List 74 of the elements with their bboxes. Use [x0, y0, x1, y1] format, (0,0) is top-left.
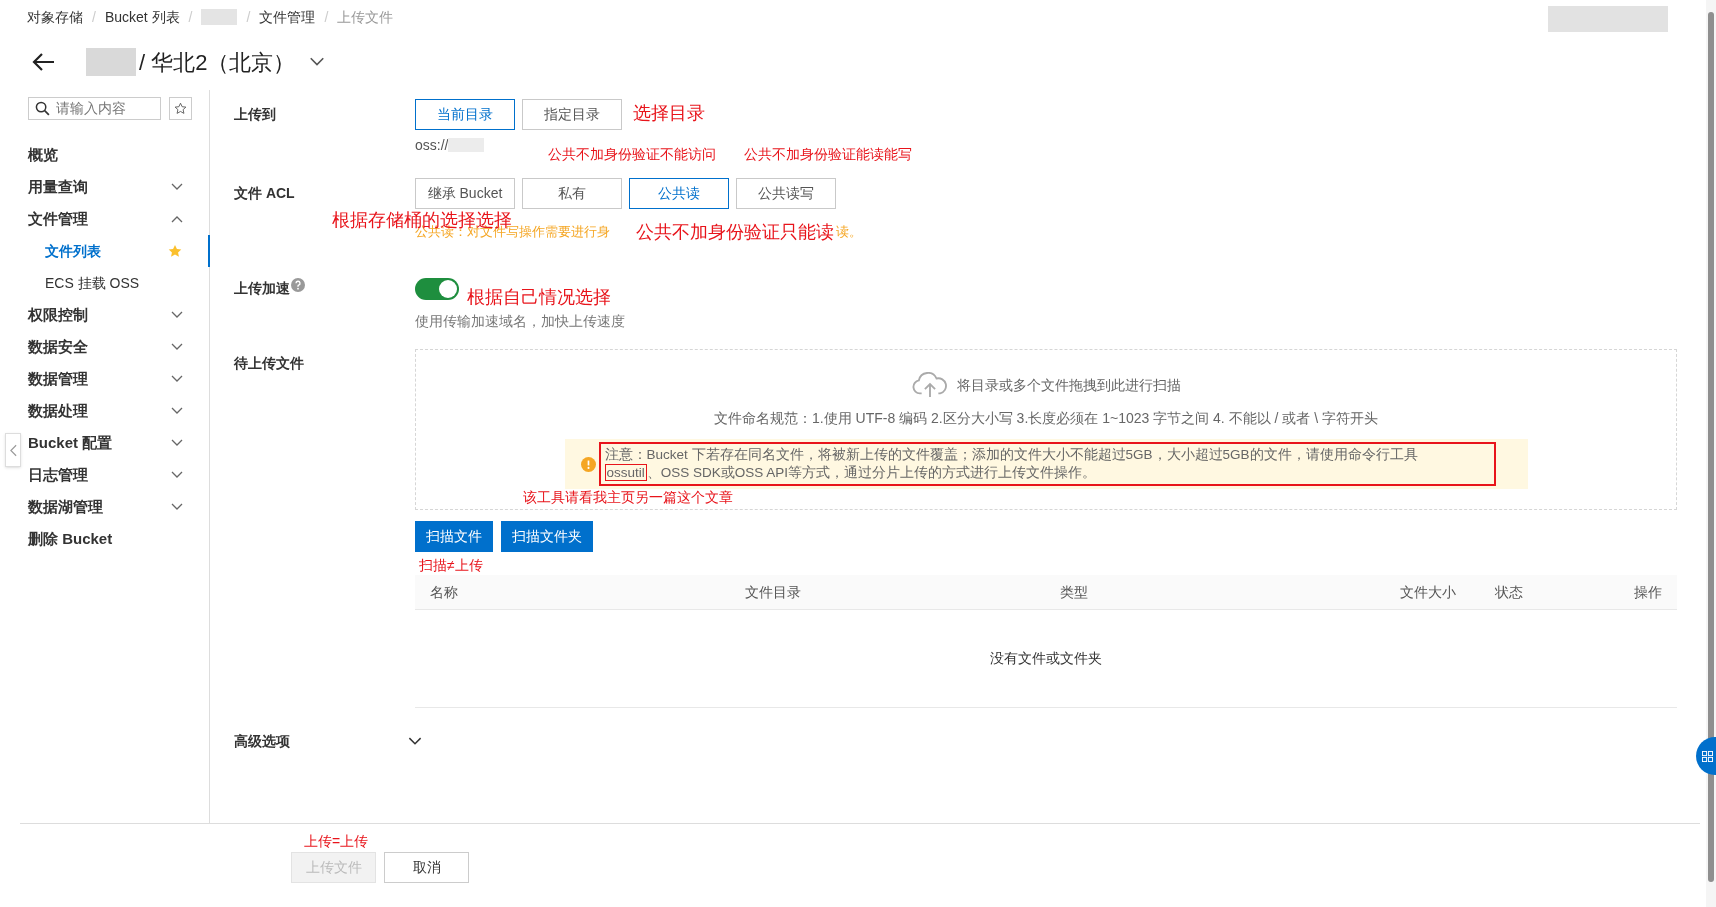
hint-text: 读。 [836, 223, 862, 242]
option-button[interactable]: 私有 [522, 178, 622, 209]
chevron-down-icon[interactable] [309, 57, 326, 67]
annotation-text: 公共不加身份验证能读能写 [744, 146, 912, 163]
sidebar-item[interactable]: 数据处理 [0, 395, 209, 427]
region-title: / 华北2（北京） [139, 48, 296, 77]
scrollbar[interactable] [1706, 0, 1716, 907]
grid-icon [1702, 750, 1713, 762]
footer-button[interactable]: 取消 [384, 852, 469, 883]
help-icon[interactable] [291, 278, 305, 292]
back-arrow-icon[interactable] [32, 52, 56, 72]
breadcrumb-separator: / [92, 7, 96, 27]
sidebar-item[interactable]: Bucket 配置 [0, 427, 209, 459]
sidebar-subitem[interactable]: 文件列表 [0, 235, 210, 267]
drop-text: 将目录或多个文件拖拽到此进行扫描 [957, 375, 1181, 395]
naming-rule-text: 文件命名规范：1.使用 UTF-8 编码 2.区分大小写 3.长度必须在 1~1023 字节之间 4. 不能以 / 或者 \ 字符开头 [714, 410, 1378, 426]
toggle-switch[interactable] [415, 278, 459, 300]
breadcrumb-separator: / [324, 7, 329, 27]
column-header: 状态 [1494, 582, 1524, 602]
breadcrumb-link[interactable]: 文件管理 [259, 6, 316, 28]
annotation-text: 该工具请看我主页另一篇这个文章 [523, 489, 733, 506]
option-button[interactable]: 继承 Bucket [415, 178, 515, 209]
annotation-text: 扫描≠上传 [419, 557, 483, 574]
annotation-text: 根据自己情况选择 [467, 286, 611, 308]
field-label: 文件 ACL [234, 184, 295, 203]
breadcrumb-separator: / [246, 7, 251, 27]
annotation-text: 公共不加身份验证不能访问 [548, 146, 716, 163]
field-label: 高级选项 [234, 732, 290, 751]
scan-button[interactable]: 扫描文件夹 [501, 521, 593, 552]
column-header: 操作 [1633, 582, 1663, 602]
field-label: 待上传文件 [234, 354, 304, 373]
option-button[interactable]: 公共读写 [736, 178, 836, 209]
scan-button[interactable]: 扫描文件 [415, 521, 493, 552]
warning-text: 注意：Bucket 下若存在同名文件，将被新上传的文件覆盖；添加的文件大小不能超过5GB，大小超过5GB的文件，请使用命令行工具 ossutil、OSS SDK或OSS API等方式，通过分片上传的方式进行上传文件操作。 [598, 442, 1496, 486]
option-button[interactable]: 指定目录 [522, 99, 622, 130]
breadcrumb-link[interactable]: 对象存储 [27, 6, 83, 28]
breadcrumb-separator: / [188, 7, 193, 27]
option-button[interactable]: 当前目录 [415, 99, 515, 130]
empty-text: 没有文件或文件夹 [990, 649, 1102, 668]
sidebar-item[interactable]: 日志管理 [0, 459, 209, 491]
search-icon [35, 101, 50, 116]
annotation-text: 上传=上传 [304, 833, 369, 850]
column-header: 类型 [1059, 582, 1089, 602]
path-text: oss:// [415, 135, 449, 155]
sidebar-item[interactable]: 数据安全 [0, 331, 209, 363]
hint-text: 使用传输加速域名，加快上传速度 [415, 313, 626, 329]
breadcrumb-current: 上传文件 [337, 7, 394, 27]
star-icon [174, 102, 187, 115]
sidebar-item[interactable]: 删除 Bucket [0, 523, 209, 555]
warning-icon [580, 456, 596, 472]
sidebar-item[interactable]: 数据湖管理 [0, 491, 209, 523]
column-header: 文件大小 [1399, 582, 1457, 602]
sidebar-item[interactable]: 文件管理 [0, 203, 209, 235]
redacted-block [201, 9, 238, 25]
sidebar-item[interactable]: 数据管理 [0, 363, 209, 395]
sidebar-item[interactable]: 权限控制 [0, 299, 209, 331]
search-field[interactable]: 请输入内容 [28, 97, 161, 120]
sidebar-subitem[interactable]: ECS 挂载 OSS [0, 267, 209, 299]
sidebar-item[interactable]: 用量查询 [0, 171, 209, 203]
field-label: 上传加速 [234, 279, 290, 298]
field-label: 上传到 [234, 105, 276, 124]
column-header: 名称 [429, 582, 459, 602]
chevron-down-icon[interactable] [408, 737, 422, 746]
favorite-button[interactable] [169, 97, 192, 120]
annotation-text: 选择目录 [633, 102, 705, 124]
chevron-left-icon [9, 443, 17, 457]
column-header: 文件目录 [744, 582, 802, 602]
star-icon[interactable] [168, 244, 182, 258]
redacted-block [86, 48, 136, 76]
sidebar-item[interactable]: 概览 [0, 139, 209, 171]
breadcrumb-link[interactable]: Bucket 列表 [104, 6, 180, 28]
annotation-text: 公共不加身份验证只能读 [636, 221, 834, 243]
option-button[interactable]: 公共读 [629, 178, 729, 209]
cloud-upload-icon [911, 372, 949, 398]
